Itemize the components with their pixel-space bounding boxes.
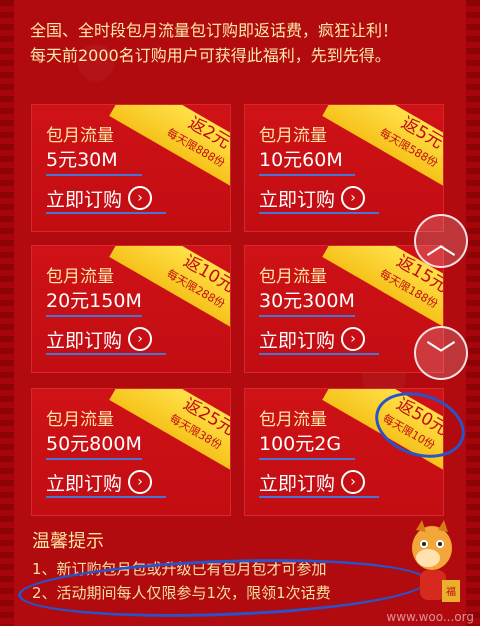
scroll-down-button[interactable]: ﹀ xyxy=(414,326,468,380)
buy-now-label: 立即订购 xyxy=(259,329,336,352)
buy-now-button[interactable]: 立即订购 › xyxy=(46,468,166,498)
chevron-right-icon: › xyxy=(341,470,366,494)
buy-now-label: 立即订购 xyxy=(46,472,123,495)
chevron-down-icon: ﹀ xyxy=(426,339,456,374)
plan-tag: 包月流量 xyxy=(259,410,327,430)
plan-tag: 包月流量 xyxy=(46,410,114,430)
buy-now-button[interactable]: 立即订购 › xyxy=(46,184,166,214)
chevron-right-icon: › xyxy=(341,186,366,210)
notice-line-1: 全国、全时段包月流量包订购即返话费，疯狂让利！ xyxy=(30,21,399,40)
notice-line-2: 每天前2000名订购用户可获得此福利，先到先得。 xyxy=(30,46,391,65)
plan-card-20-yuan: 返10元 每天限288份 包月流量 20元150M 立即订购 › xyxy=(31,245,231,373)
plan-price: 5元30M xyxy=(46,145,142,176)
promo-notice: 全国、全时段包月流量包订购即返话费，疯狂让利！ 每天前2000名订购用户可获得此… xyxy=(30,18,450,68)
svg-text:福: 福 xyxy=(446,585,456,598)
chevron-right-icon: › xyxy=(341,327,366,351)
plan-card-10-yuan: 返5元 每天限588份 包月流量 10元60M 立即订购 › xyxy=(244,104,444,232)
right-border-decoration xyxy=(466,0,480,626)
chevron-right-icon: › xyxy=(128,470,153,494)
plan-price: 10元60M xyxy=(259,145,355,176)
scroll-up-button[interactable]: ︿ xyxy=(414,214,468,268)
chevron-right-icon: › xyxy=(128,327,153,351)
plan-tag: 包月流量 xyxy=(259,126,327,146)
plan-price: 50元800M xyxy=(46,429,142,460)
tips-title: 温馨提示 xyxy=(32,531,104,552)
buy-now-button[interactable]: 立即订购 › xyxy=(46,325,166,355)
buy-now-label: 立即订购 xyxy=(259,472,336,495)
buy-now-button[interactable]: 立即订购 › xyxy=(259,184,379,214)
plan-price: 20元150M xyxy=(46,286,142,317)
buy-now-label: 立即订购 xyxy=(46,329,123,352)
buy-now-label: 立即订购 xyxy=(46,188,123,211)
plan-card-50-yuan: 返25元 每天限38份 包月流量 50元800M 立即订购 › xyxy=(31,388,231,516)
buy-now-label: 立即订购 xyxy=(259,188,336,211)
left-border-decoration xyxy=(0,0,14,626)
promo-page: 全国、全时段包月流量包订购即返话费，疯狂让利！ 每天前2000名订购用户可获得此… xyxy=(0,0,480,626)
buy-now-button[interactable]: 立即订购 › xyxy=(259,468,379,498)
horse-mascot-icon: 福 xyxy=(412,520,460,602)
chevron-right-icon: › xyxy=(128,186,153,210)
plan-card-5-yuan: 返2元 每天限888份 包月流量 5元30M 立即订购 › xyxy=(31,104,231,232)
chevron-up-icon: ︿ xyxy=(426,227,456,262)
buy-now-button[interactable]: 立即订购 › xyxy=(259,325,379,355)
plan-tag: 包月流量 xyxy=(259,267,327,287)
plan-price: 30元300M xyxy=(259,286,355,317)
plan-tag: 包月流量 xyxy=(46,267,114,287)
watermark-text: www.woo...org xyxy=(386,610,474,624)
plan-tag: 包月流量 xyxy=(46,126,114,146)
plan-price: 100元2G xyxy=(259,429,355,460)
